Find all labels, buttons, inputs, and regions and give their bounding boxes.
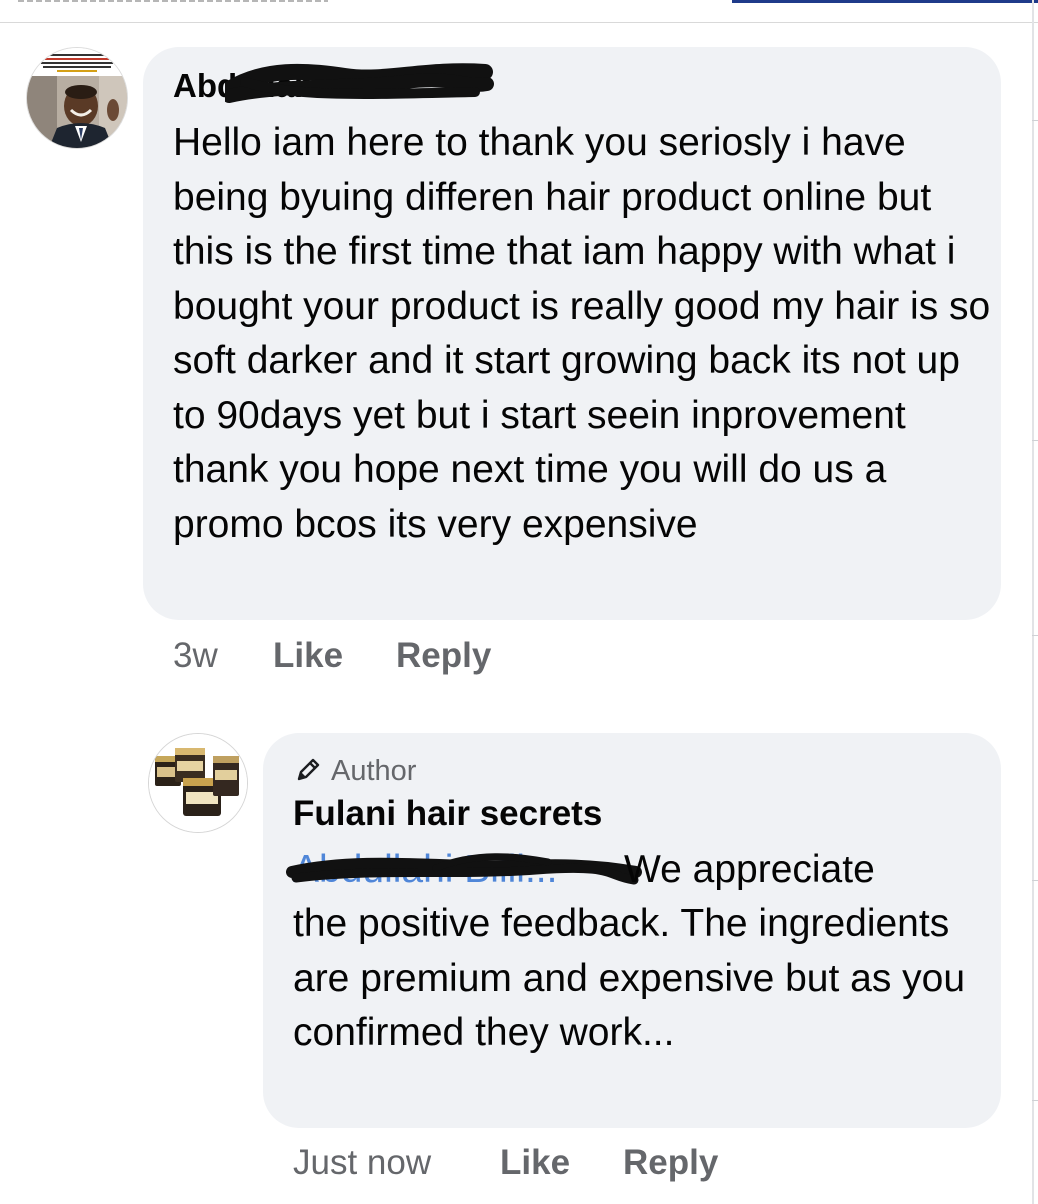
author-badge: Author (293, 752, 416, 790)
reply-reply-button[interactable]: Reply (623, 1143, 718, 1183)
commenter-avatar[interactable] (26, 47, 128, 149)
comment-text: Hello iam here to thank you seriosly i h… (173, 121, 991, 546)
edge-tick (1032, 1100, 1038, 1101)
page-avatar[interactable] (148, 733, 248, 833)
comment-actions: 3w Like Reply (0, 636, 1038, 680)
reply-text-first-line: We appreciate (624, 848, 875, 891)
edge-tick (1032, 440, 1038, 441)
commenter-name[interactable]: Abdullahi B (173, 64, 356, 108)
top-accent-line (732, 0, 1038, 3)
cropped-text-fragment (18, 0, 328, 2)
mention-link[interactable]: Abdullahi Billi... (293, 843, 557, 898)
reply-like-button[interactable]: Like (500, 1143, 570, 1183)
reply-button[interactable]: Reply (396, 636, 491, 676)
page-name[interactable]: Fulani hair secrets (293, 791, 602, 837)
comment-timestamp[interactable]: 3w (173, 636, 218, 676)
edge-tick (1032, 880, 1038, 881)
top-edge-bar (0, 0, 1038, 23)
like-button[interactable]: Like (273, 636, 343, 676)
reply-timestamp[interactable]: Just now (293, 1143, 431, 1183)
edge-tick (1032, 120, 1038, 121)
pencil-icon (297, 758, 320, 781)
page-edge (1032, 0, 1034, 1204)
reply-text: the positive feedback. The ingredients a… (293, 902, 966, 1054)
reply-actions: Just now Like Reply (0, 1143, 1038, 1187)
author-badge-label: Author (331, 755, 417, 787)
